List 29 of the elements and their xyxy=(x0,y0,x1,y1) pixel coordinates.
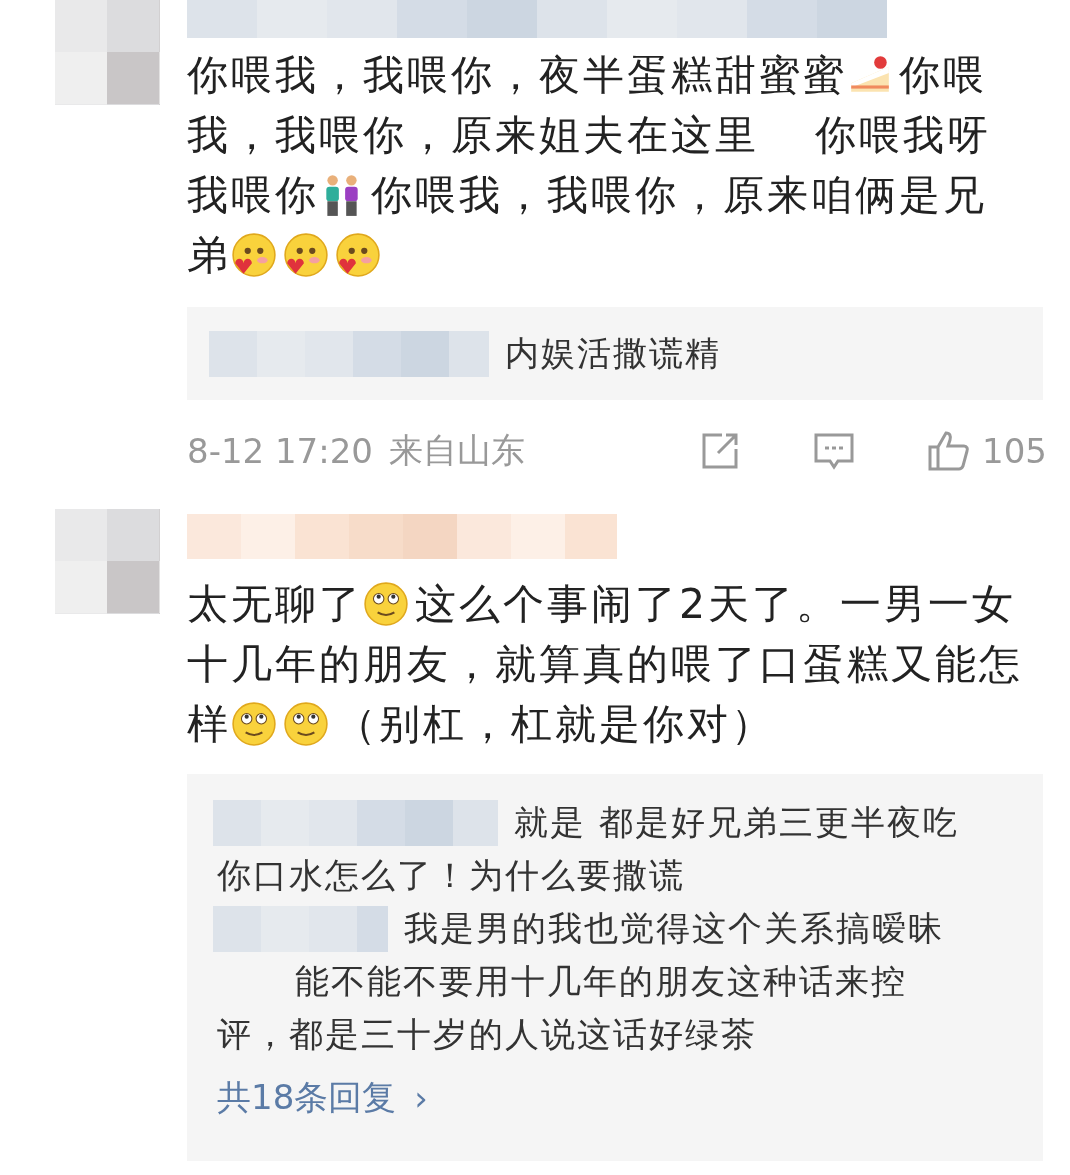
thumbs-up-icon xyxy=(926,429,971,473)
comment-time: 8-12 17:20 xyxy=(187,431,373,471)
reply-text: 你口水怎么了！为什么要撒谎 xyxy=(217,854,685,897)
blushing-emoji-icon xyxy=(231,232,277,278)
comment-text: （别杠，杠就是你对） xyxy=(335,699,775,750)
more-replies-link[interactable]: 共18条回复 › xyxy=(217,1075,428,1121)
comment-text: 十几年的朋友，就算真的喂了口蛋糕又能怎 xyxy=(187,639,1023,690)
smirk-emoji-icon xyxy=(363,581,409,627)
blushing-emoji-icon xyxy=(283,232,329,278)
comment-text: 弟 xyxy=(187,230,231,281)
reply-text: 内娱活撒谎精 xyxy=(505,332,721,375)
smirk-emoji-icon xyxy=(231,701,277,747)
comment-location: 来自山东 xyxy=(388,429,526,472)
reply-text: 评，都是三十岁的人说这话好绿茶 xyxy=(217,1013,757,1056)
comment-text: 你喂我，我喂你，夜半蛋糕甜蜜蜜 xyxy=(187,50,847,101)
comment-text: 这么个事闹了2天了。一男一女 xyxy=(415,579,1017,630)
smirk-emoji-icon xyxy=(283,701,329,747)
reply-text: 就是 都是好兄弟三更半夜吃 xyxy=(514,801,959,844)
like-button[interactable]: 105 xyxy=(926,429,1047,473)
reply-text: 能不能不要用十几年的朋友这种话来控 xyxy=(295,960,907,1003)
comment-text: 我，我喂你，原来姐夫在这里 xyxy=(187,110,759,161)
comment-text: 你喂 xyxy=(899,50,987,101)
reply-text: 我是男的我也觉得这个关系搞暧昧 xyxy=(404,907,944,950)
comment-text: 样 xyxy=(187,699,231,750)
comment-text: 你喂我，我喂你，原来咱俩是兄 xyxy=(371,170,987,221)
blushing-emoji-icon xyxy=(335,232,381,278)
comment-text: 你喂我呀 xyxy=(815,110,991,161)
comment-text: 太无聊了 xyxy=(187,579,363,630)
comment-text: 我喂你 xyxy=(187,170,319,221)
